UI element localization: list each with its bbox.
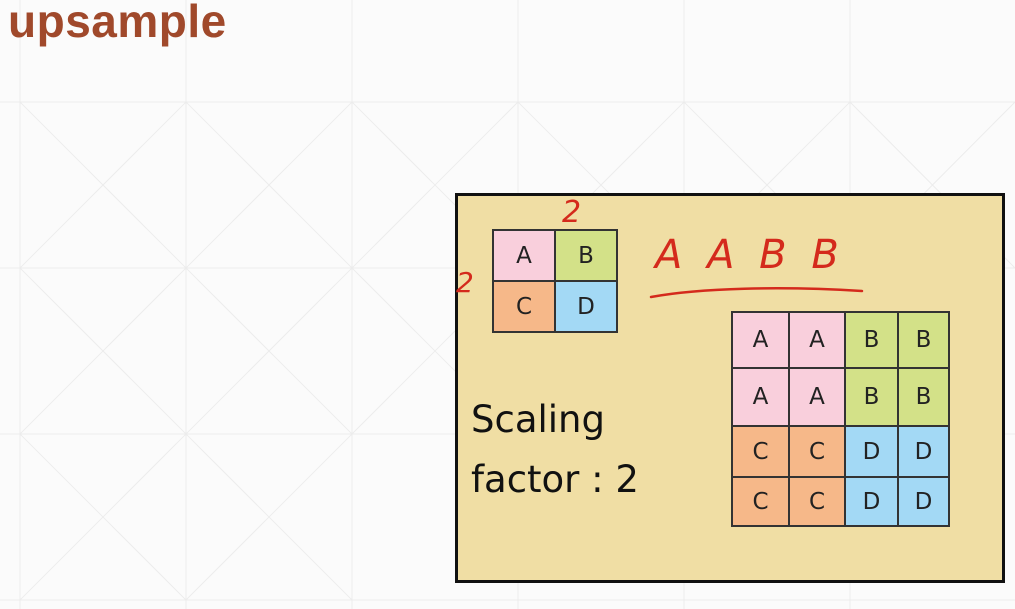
output-grid-cell-a: A [732,368,789,426]
output-grid-cell-a: A [732,312,789,368]
output-grid-cell-a: A [789,312,845,368]
output-grid-cell-c: C [789,426,845,477]
output-grid-cell-b: B [898,368,949,426]
output-grid-cell-d: D [845,426,898,477]
input-grid-cell-a: A [493,230,555,281]
output-grid-cell-b: B [845,368,898,426]
scaling-label-line-2: factor : 2 [471,458,639,501]
output-grid-cell-b: B [898,312,949,368]
slide-title: upsample [8,0,227,47]
output-grid-cell-c: C [789,477,845,526]
output-grid-cell-a: A [789,368,845,426]
scaling-factor-label: Scaling factor : 2 [471,390,639,510]
output-grid: AABBAABBCCDDCCDD [731,311,950,527]
input-grid-cell-d: D [555,281,617,332]
input-grid: ABCD [492,229,618,333]
output-grid-cell-c: C [732,477,789,526]
input-grid-cell-c: C [493,281,555,332]
output-grid-cell-d: D [898,426,949,477]
output-grid-cell-d: D [898,477,949,526]
scaling-label-line-1: Scaling [471,398,605,441]
output-grid-cell-b: B [845,312,898,368]
output-grid-cell-d: D [845,477,898,526]
input-grid-cell-b: B [555,230,617,281]
output-grid-cell-c: C [732,426,789,477]
